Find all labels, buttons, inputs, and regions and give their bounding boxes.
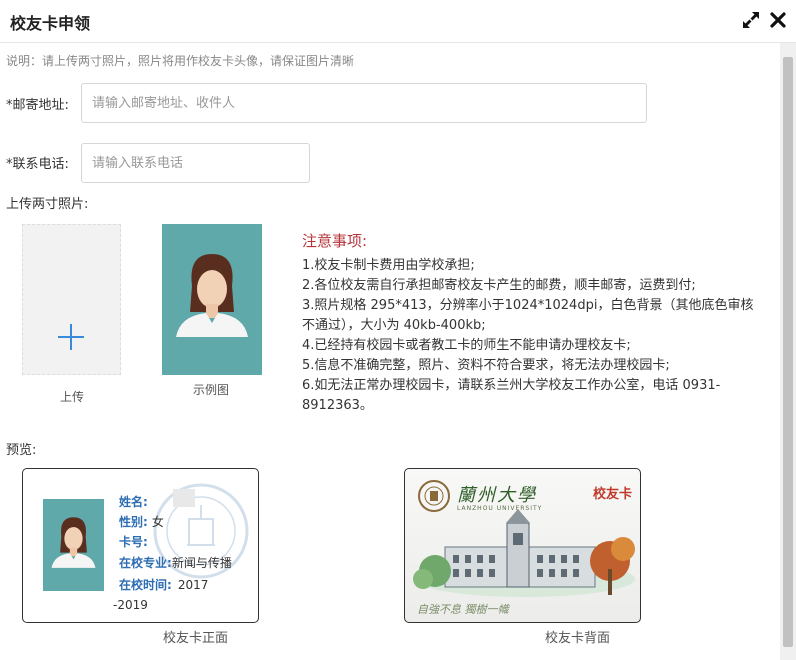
major-label: 在校专业:	[119, 556, 172, 570]
notice-item: 6.如无法正常办理校园卡，请联系兰州大学校友工作办公室，电话 0931-8912…	[302, 378, 721, 413]
upload-caption: 上传	[60, 390, 85, 404]
card-major-field: 在校专业:新闻与传播	[119, 554, 232, 571]
period-value: 2017	[177, 578, 209, 592]
card-period-field: 在校时间: 2017	[119, 576, 208, 593]
name-redaction	[173, 489, 195, 507]
card-no-label: 卡号:	[119, 535, 148, 549]
phone-label: *联系电话:	[6, 157, 69, 172]
notice-item: 4.已经持有校园卡或者教工卡的师生不能申请办理校友卡;	[302, 338, 631, 353]
gender-label: 性别:	[119, 515, 148, 529]
expand-arrows-icon[interactable]	[741, 10, 761, 30]
period-label: 在校时间:	[119, 578, 172, 592]
card-name-field: 姓名:	[119, 493, 148, 510]
major-value: 新闻与传播	[171, 556, 232, 570]
dialog-header: 校友卡申领	[0, 0, 796, 43]
back-school-name: 蘭州大學	[457, 485, 537, 506]
plus-icon[interactable]	[56, 322, 86, 352]
name-label: 姓名:	[119, 495, 148, 509]
preview-label: 预览:	[6, 443, 37, 458]
dialog-scrollbar[interactable]	[780, 43, 796, 660]
address-label: *邮寄地址:	[6, 98, 69, 113]
card-back-preview: 蘭州大學 LANZHOU UNIVERSITY 校友卡 自強不息 獨樹一幟	[404, 468, 641, 623]
photo-upload-area[interactable]	[22, 224, 121, 375]
card-number-field: 卡号:	[119, 533, 148, 550]
sample-portrait-image	[176, 254, 248, 337]
university-emblem-icon	[418, 480, 450, 512]
front-portrait-image	[51, 517, 96, 568]
address-input[interactable]	[81, 83, 647, 123]
close-x-icon[interactable]	[768, 10, 788, 30]
card-front-caption: 校友卡正面	[163, 631, 229, 646]
notice-list: 1.校友卡制卡费用由学校承担; 2.各位校友需自行承担邮寄校友卡产生的邮费，顺丰…	[302, 256, 762, 416]
front-photo	[43, 499, 104, 591]
notice-item: 3.照片规格 295*413，分辨率小于1024*1024dpi，白色背景（其他…	[302, 298, 754, 333]
period-value-2: -2019	[113, 598, 148, 612]
photo-section-label: 上传两寸照片:	[6, 197, 89, 212]
dialog-title: 校友卡申领	[10, 14, 91, 33]
notice-item: 2.各位校友需自行承担邮寄校友卡产生的邮费，顺丰邮寄，运费到付;	[302, 278, 696, 293]
card-back-caption: 校友卡背面	[545, 631, 611, 646]
sample-photo	[162, 224, 262, 375]
notice-title: 注意事项:	[302, 232, 368, 250]
back-motto: 自強不息 獨樹一幟	[417, 603, 509, 616]
card-front-preview: 姓名: 性别: 女 卡号: 在校专业:新闻与传播 在校时间: 2017 -2019	[22, 468, 259, 623]
sample-caption: 示例图	[193, 383, 230, 397]
gender-value: 女	[151, 515, 164, 529]
notice-item: 1.校友卡制卡费用由学校承担;	[302, 258, 475, 273]
scrollbar-thumb[interactable]	[783, 57, 793, 647]
card-gender-field: 性别: 女	[119, 513, 164, 530]
dialog-body: 说明：请上传两寸照片，照片将用作校友卡头像，请保证图片清晰 *邮寄地址: *联系…	[0, 43, 780, 660]
phone-input[interactable]	[81, 143, 310, 183]
notice-item: 5.信息不准确完整，照片、资料不符合要求，将无法办理校园卡;	[302, 358, 670, 373]
instruction-note: 说明：请上传两寸照片，照片将用作校友卡头像，请保证图片清晰	[6, 54, 355, 68]
campus-building-illustration	[413, 509, 635, 597]
card-period-continued: -2019	[113, 598, 148, 612]
back-card-kind: 校友卡	[593, 487, 633, 502]
